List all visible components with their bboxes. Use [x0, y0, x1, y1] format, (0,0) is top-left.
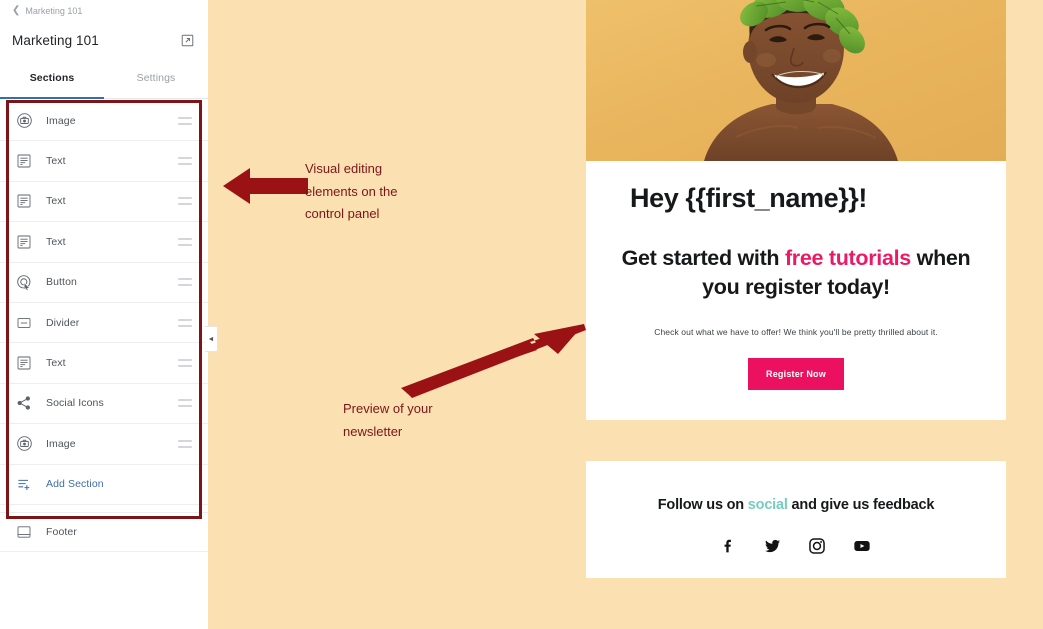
drag-handle[interactable] — [178, 197, 192, 206]
subcopy-text: Check out what we have to offer! We thin… — [654, 327, 938, 337]
annotation-preview-text: Preview of your newsletter — [343, 401, 433, 439]
email-body: Hey {{first_name}}! Get started with fre… — [586, 161, 1006, 420]
drag-handle[interactable] — [178, 359, 192, 368]
section-item-label: Divider — [46, 316, 80, 329]
tab-sections-label: Sections — [29, 72, 75, 84]
text-block-icon — [14, 151, 34, 171]
add-section-button[interactable]: Add Section — [0, 464, 208, 505]
camera-circle-icon — [14, 111, 34, 131]
instagram-icon[interactable] — [808, 537, 826, 560]
footer-block-icon — [14, 522, 34, 542]
section-item-image[interactable]: Image — [0, 101, 208, 142]
drag-handle[interactable] — [178, 399, 192, 408]
add-section-icon — [14, 474, 34, 494]
section-item-label: Button — [46, 276, 77, 289]
drag-handle[interactable] — [178, 237, 192, 246]
chevron-left-icon: ◄ — [207, 335, 215, 343]
section-item-label: Social Icons — [46, 397, 104, 410]
drag-handle[interactable] — [178, 439, 192, 448]
section-item-label: Image — [46, 114, 76, 127]
divider-icon — [14, 313, 34, 333]
section-item-text-4[interactable]: Text — [0, 343, 208, 384]
page-title: Marketing 101 — [12, 32, 99, 48]
tab-settings-label: Settings — [136, 72, 176, 84]
breadcrumb[interactable]: ❮ Marketing 101 — [0, 0, 208, 22]
annotation-sidebar-text: Visual editing elements on the control p… — [305, 161, 398, 221]
drag-handle[interactable] — [178, 278, 192, 287]
twitter-icon[interactable] — [763, 537, 782, 560]
preview-canvas: Visual editing elements on the control p… — [208, 0, 1043, 629]
section-item-label: Footer — [46, 526, 77, 539]
follow-us-text: Follow us on social and give us feedback — [586, 497, 1006, 513]
follow-highlight: social — [747, 497, 788, 513]
social-icons-row — [586, 537, 1006, 560]
control-panel-sidebar: ❮ Marketing 101 Marketing 101 Sections S… — [0, 0, 218, 629]
camera-circle-icon — [14, 434, 34, 454]
follow-prefix: Follow us on — [657, 497, 748, 513]
email-card: Hey {{first_name}}! Get started with fre… — [586, 0, 1006, 420]
sidebar-collapse-handle[interactable]: ◄ — [205, 326, 218, 352]
headline-text: Get started with free tutorials when you… — [616, 244, 976, 302]
section-item-label: Text — [46, 235, 66, 248]
section-item-image-2[interactable]: Image — [0, 424, 208, 465]
share-nodes-icon — [14, 393, 34, 413]
drag-handle[interactable] — [178, 116, 192, 125]
annotation-arrow-left — [223, 168, 308, 204]
hero-image — [586, 0, 1006, 161]
email-builder-app: ❮ Marketing 101 Marketing 101 Sections S… — [0, 0, 1043, 629]
headline-highlight: free tutorials — [784, 246, 911, 270]
section-list: Image Text Text Text Button Divider Text… — [0, 101, 208, 553]
section-item-text-2[interactable]: Text — [0, 181, 208, 223]
annotation-arrow-right — [401, 324, 586, 398]
section-item-label: Text — [46, 195, 66, 208]
section-item-label: Text — [46, 155, 66, 168]
section-item-footer[interactable]: Footer — [0, 511, 208, 553]
drag-handle[interactable] — [178, 157, 192, 166]
section-item-label: Image — [46, 437, 76, 450]
document-title-row: Marketing 101 — [0, 22, 208, 58]
add-section-label: Add Section — [46, 478, 104, 491]
headline-part-1: Get started with — [621, 246, 785, 270]
text-block-icon — [14, 232, 34, 252]
section-item-text-3[interactable]: Text — [0, 222, 208, 263]
register-now-button[interactable]: Register Now — [748, 358, 844, 390]
email-footer-card: Follow us on social and give us feedback — [586, 461, 1006, 578]
sidebar-tabs: Sections Settings — [0, 58, 208, 99]
text-block-icon — [14, 191, 34, 211]
section-item-divider[interactable]: Divider — [0, 302, 208, 344]
tab-sections[interactable]: Sections — [0, 58, 104, 99]
button-cursor-icon — [14, 272, 34, 292]
text-block-icon — [14, 353, 34, 373]
facebook-icon[interactable] — [720, 537, 737, 560]
youtube-icon[interactable] — [852, 537, 872, 560]
tab-settings[interactable]: Settings — [104, 58, 208, 98]
chevron-left-icon: ❮ — [12, 5, 21, 16]
breadcrumb-label: Marketing 101 — [25, 6, 83, 16]
external-link-edit-icon[interactable] — [181, 34, 194, 47]
greeting-text: Hey {{first_name}}! — [630, 183, 868, 213]
section-item-button[interactable]: Button — [0, 262, 208, 303]
section-item-social-icons[interactable]: Social Icons — [0, 383, 208, 425]
drag-handle[interactable] — [178, 318, 192, 327]
follow-suffix: and give us feedback — [787, 497, 935, 513]
email-preview-column: Hey {{first_name}}! Get started with fre… — [586, 0, 1006, 578]
section-item-label: Text — [46, 357, 66, 370]
section-item-text-1[interactable]: Text — [0, 141, 208, 182]
